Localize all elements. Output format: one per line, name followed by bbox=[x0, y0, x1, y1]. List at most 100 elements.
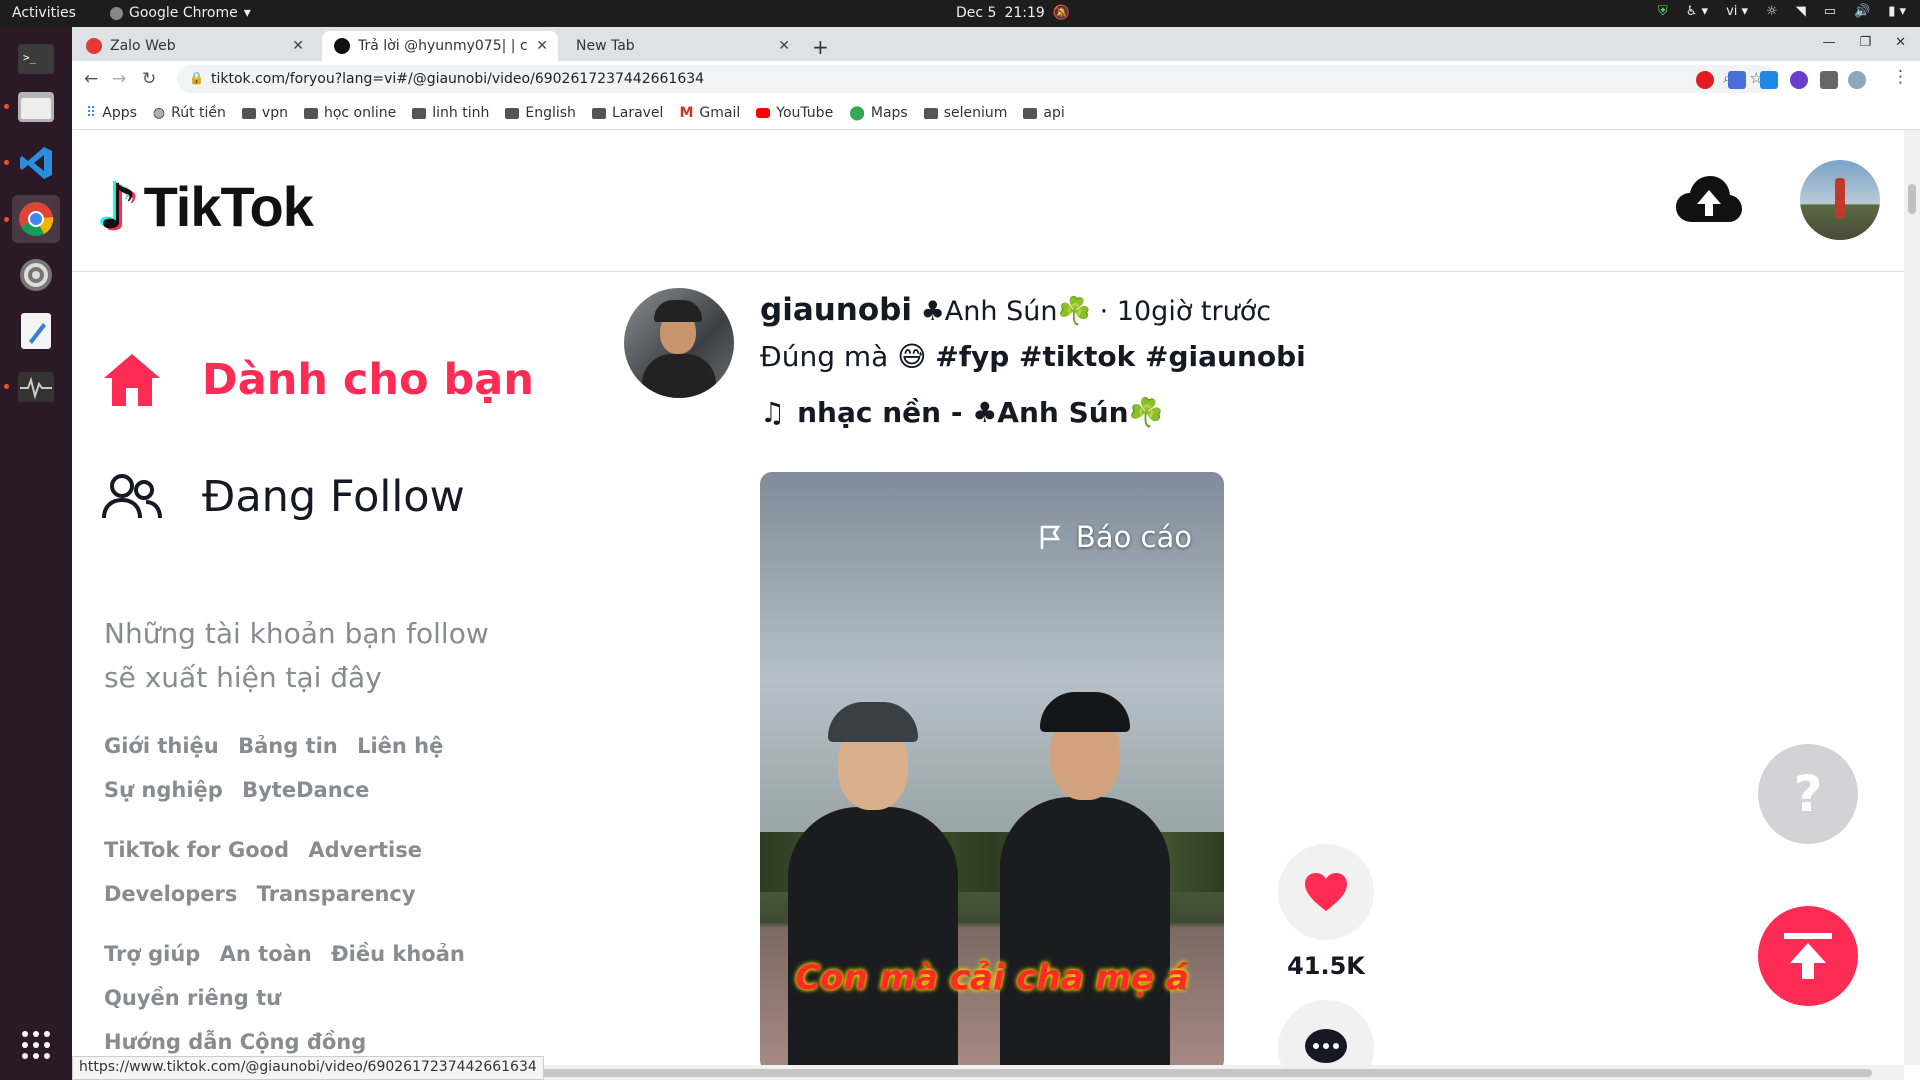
help-button[interactable]: ? bbox=[1758, 744, 1858, 844]
close-icon[interactable]: ✕ bbox=[536, 38, 548, 54]
forward-arrow-icon[interactable]: → bbox=[112, 69, 126, 89]
folder-icon bbox=[303, 107, 318, 119]
author-display-name[interactable]: ♣Anh Sún☘️ bbox=[921, 296, 1091, 327]
dock: >_ bbox=[0, 27, 72, 1080]
bookmark-gmail[interactable]: M Gmail bbox=[679, 105, 740, 121]
app-menu[interactable]: Google Chrome ▾ bbox=[110, 5, 251, 21]
bookmark-apps[interactable]: ⠿ Apps bbox=[86, 105, 137, 121]
new-tab-button[interactable]: + bbox=[812, 35, 829, 59]
translate-extension-icon[interactable] bbox=[1728, 71, 1746, 89]
avatar-shirt bbox=[642, 354, 716, 398]
person-body bbox=[1000, 797, 1170, 1065]
footer-link[interactable]: Transparency bbox=[257, 872, 416, 916]
person-body bbox=[788, 807, 958, 1065]
footer-link[interactable]: Trợ giúp bbox=[104, 932, 200, 976]
adblock-extension-icon[interactable] bbox=[1696, 71, 1714, 89]
tiktok-logo[interactable]: ♪ TikTok bbox=[98, 170, 314, 243]
avatar-cap bbox=[654, 300, 702, 322]
bookmark-english[interactable]: English bbox=[505, 105, 576, 121]
footer-link[interactable]: Developers bbox=[104, 872, 237, 916]
profile-avatar-icon[interactable] bbox=[1848, 71, 1866, 89]
footer-link[interactable]: ByteDance bbox=[242, 768, 369, 812]
nav-following[interactable]: Đang Follow bbox=[102, 472, 465, 522]
back-arrow-icon[interactable]: ← bbox=[84, 69, 98, 89]
extensions-puzzle-icon[interactable] bbox=[1820, 71, 1838, 89]
tiktok-note-icon: ♪ bbox=[98, 170, 138, 243]
folder-icon bbox=[241, 107, 256, 119]
tab-zalo[interactable]: Zalo Web ✕ bbox=[74, 31, 314, 61]
terminal-icon[interactable]: >_ bbox=[12, 35, 60, 83]
close-icon[interactable]: ✕ bbox=[292, 38, 304, 54]
show-apps-icon[interactable] bbox=[12, 1021, 60, 1069]
tab-tiktok[interactable]: Trả lời @hyunmy075| | có l ✕ bbox=[322, 31, 558, 61]
nav-for-you[interactable]: Dành cho bạn bbox=[102, 352, 534, 408]
footer-link[interactable]: Điều khoản bbox=[331, 932, 465, 976]
comment-button[interactable] bbox=[1278, 1000, 1374, 1065]
address-bar[interactable]: 🔒 tiktok.com/foryou?lang=vi#/@giaunobi/v… bbox=[177, 65, 1777, 93]
footer-link[interactable]: Quyền riêng tư bbox=[104, 976, 281, 1020]
maximize-button[interactable]: ❐ bbox=[1859, 35, 1871, 50]
footer-link[interactable]: Advertise bbox=[308, 828, 422, 872]
bookmark-maps[interactable]: ⬤ Maps bbox=[849, 105, 908, 121]
globe-icon: ◍ bbox=[152, 105, 166, 121]
footer-link[interactable]: Liên hệ bbox=[357, 724, 443, 768]
bookmark-selenium[interactable]: selenium bbox=[923, 105, 1007, 121]
svg-text:>_: >_ bbox=[23, 51, 37, 64]
activities-button[interactable]: Activities bbox=[12, 5, 76, 21]
apps-grid-icon: ⠿ bbox=[86, 105, 97, 121]
menu-kebab-icon[interactable]: ⋮ bbox=[1892, 67, 1909, 87]
files-icon[interactable] bbox=[12, 83, 60, 131]
bookmark-linh-tinh[interactable]: linh tinh bbox=[412, 105, 489, 121]
music-title: nhạc nền - ♣Anh Sún☘️ bbox=[797, 396, 1164, 429]
map-pin-icon: ⬤ bbox=[849, 105, 865, 121]
person-cap bbox=[828, 702, 918, 742]
clock[interactable]: Dec 5 21:19 🔕 bbox=[956, 5, 1070, 21]
report-button[interactable]: Báo cáo bbox=[1038, 520, 1192, 554]
system-tray[interactable]: ⛨ ♿ ▾ vi ▾ ☼ ◥ ▭ 🔊 ▮ ▾ bbox=[1658, 4, 1906, 19]
close-window-button[interactable]: ✕ bbox=[1895, 35, 1906, 50]
caption-hashtags[interactable]: #fyp #tiktok #giaunobi bbox=[935, 340, 1305, 373]
post-music[interactable]: ♫ nhạc nền - ♣Anh Sún☘️ bbox=[760, 396, 1163, 429]
input-language[interactable]: vi ▾ bbox=[1726, 4, 1748, 19]
chrome-dock-icon[interactable] bbox=[12, 195, 60, 243]
reload-icon[interactable]: ↻ bbox=[142, 69, 156, 89]
settings-icon[interactable] bbox=[12, 251, 60, 299]
post-time: · 10giờ trước bbox=[1099, 296, 1272, 327]
close-icon[interactable]: ✕ bbox=[778, 38, 790, 54]
bookmark-vpn[interactable]: vpn bbox=[241, 105, 288, 121]
scroll-to-top-button[interactable] bbox=[1758, 906, 1858, 1006]
vscode-icon[interactable] bbox=[12, 139, 60, 187]
footer-link[interactable]: Sự nghiệp bbox=[104, 768, 223, 812]
footer-link[interactable]: Giới thiệu bbox=[104, 724, 219, 768]
running-indicator bbox=[4, 104, 9, 109]
users-icon bbox=[102, 474, 162, 519]
minimize-button[interactable]: — bbox=[1822, 35, 1835, 50]
user-avatar[interactable] bbox=[1800, 160, 1880, 240]
tab-new-tab[interactable]: New Tab ✕ bbox=[564, 31, 800, 61]
shield-icon: ⛨ bbox=[1657, 4, 1668, 19]
wifi-icon: ◥ bbox=[1795, 4, 1806, 19]
link-status-bar: https://www.tiktok.com/@giaunobi/video/6… bbox=[72, 1056, 544, 1080]
gmail-icon: M bbox=[679, 105, 694, 121]
download-extension-icon[interactable] bbox=[1760, 71, 1778, 89]
bookmark-api[interactable]: api bbox=[1023, 105, 1065, 121]
system-monitor-icon[interactable] bbox=[12, 363, 60, 411]
like-button[interactable] bbox=[1278, 844, 1374, 940]
bookmark-hoc-online[interactable]: học online bbox=[303, 105, 396, 121]
scrollbar-thumb[interactable] bbox=[1908, 184, 1916, 214]
bookmark-youtube[interactable]: YouTube bbox=[756, 105, 833, 121]
bookmark-rut-tien[interactable]: ◍ Rút tiền bbox=[153, 105, 226, 121]
footer-link[interactable]: An toàn bbox=[220, 932, 312, 976]
text-editor-icon[interactable] bbox=[12, 307, 60, 355]
author-avatar[interactable] bbox=[624, 288, 734, 398]
vertical-scrollbar[interactable] bbox=[1904, 130, 1920, 1065]
author-username[interactable]: giaunobi bbox=[760, 292, 912, 328]
footer-links-group-3: Trợ giúp An toàn Điều khoản Quyền riêng … bbox=[104, 932, 564, 1064]
footer-link[interactable]: Bảng tin bbox=[238, 724, 338, 768]
upload-cloud-icon[interactable] bbox=[1676, 176, 1742, 224]
folder-icon bbox=[412, 107, 427, 119]
vpn-extension-icon[interactable] bbox=[1790, 71, 1808, 89]
bookmark-laravel[interactable]: Laravel bbox=[591, 105, 663, 121]
video-player[interactable]: Báo cáo Con mà cải cha mẹ á bbox=[760, 472, 1224, 1065]
footer-link[interactable]: TikTok for Good bbox=[104, 828, 289, 872]
